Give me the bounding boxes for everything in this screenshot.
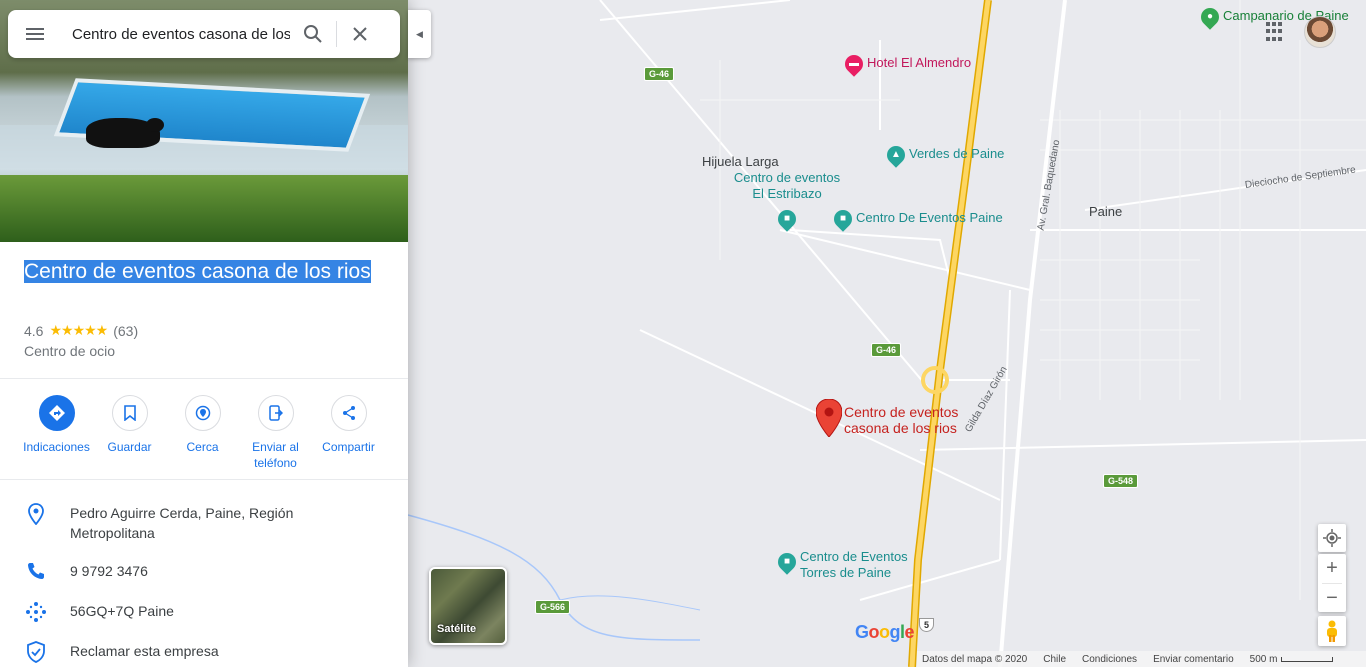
poi-verdes-de-paine[interactable]: ▲ Verdes de Paine (883, 142, 1005, 168)
my-location-button[interactable] (1318, 524, 1346, 552)
chevron-left-icon: ◀ (416, 28, 423, 39)
place-category[interactable]: Centro de ocio (24, 343, 115, 359)
directions-icon (38, 395, 75, 431)
plus-code-row[interactable]: 56GQ+7Q Paine (0, 601, 408, 623)
map-label-paine: Paine (1089, 204, 1123, 219)
collapse-panel-button[interactable]: ◀ (408, 10, 431, 58)
terms-link[interactable]: Condiciones (1082, 654, 1137, 665)
poi-label: Centro De Eventos Paine (856, 210, 1003, 225)
park-icon: ▲ (883, 142, 909, 168)
zoom-in-button[interactable]: + (1318, 554, 1346, 583)
search-button[interactable] (290, 10, 336, 58)
road-shield-g548: G-548 (1103, 474, 1139, 488)
poi-torres-de-paine[interactable]: ■ Centro de Eventos Torres de Paine (774, 549, 920, 581)
place-title: Centro de eventos casona de los rios (24, 260, 371, 283)
poi-label: Centro de Eventos Torres de Paine (800, 549, 908, 580)
hotel-icon: ▬ (841, 51, 867, 77)
review-count[interactable]: (63) (113, 323, 138, 339)
poi-label: Centro de eventos El Estribazo (733, 170, 841, 201)
location-pin-icon (0, 503, 72, 525)
phone-icon (0, 561, 72, 581)
map-label-hijuela: Hijuela Larga (702, 154, 779, 169)
scale-bar (1281, 656, 1334, 662)
street-view-button[interactable] (1318, 616, 1346, 646)
poi-centro-de-eventos-paine[interactable]: ■ Centro De Eventos Paine (830, 206, 1003, 232)
send-to-phone-icon (257, 395, 294, 431)
pegman-icon (1327, 620, 1337, 642)
phone-text: 9 9792 3476 (70, 563, 148, 579)
address-text: Pedro Aguirre Cerda, Paine, Región Metro… (70, 505, 294, 541)
venue-icon: ■ (774, 206, 800, 232)
avatar[interactable] (1304, 16, 1336, 48)
poi-el-estribazo[interactable]: Centro de eventos El Estribazo ■ (731, 170, 843, 232)
poi-label: Verdes de Paine (909, 146, 1005, 161)
poi-label: Hotel El Almendro (867, 55, 972, 70)
claim-business-text: Reclamar esta empresa (70, 643, 219, 659)
save-label: Guardar (107, 440, 152, 454)
scale-control[interactable]: 500 m (1250, 654, 1334, 665)
road-shield-g46: G-46 (871, 343, 902, 357)
phone-row[interactable]: 9 9792 3476 (0, 561, 408, 581)
menu-button[interactable] (8, 10, 62, 58)
venue-icon: ■ (774, 549, 800, 575)
send-to-phone-button[interactable]: Enviar al teléfono (239, 395, 312, 471)
place-icon: ● (1197, 4, 1223, 30)
rating-row: 4.6 ★★★★★ (63) (24, 322, 138, 339)
bookmark-icon (111, 395, 148, 431)
road-shield-g46: G-46 (644, 67, 675, 81)
directions-button[interactable]: Indicaciones (20, 395, 93, 471)
share-label: Compartir (322, 440, 375, 454)
claim-business-row[interactable]: Reclamar esta empresa (0, 641, 408, 663)
satellite-label: Satélite (437, 623, 477, 635)
google-logo: Google (855, 622, 915, 642)
map-footer: Datos del mapa © 2020 Chile Condiciones … (917, 651, 1366, 667)
share-button[interactable]: Compartir (312, 395, 385, 471)
search-icon (304, 25, 322, 43)
my-location-icon (1323, 529, 1341, 547)
hamburger-icon (26, 28, 44, 40)
directions-label: Indicaciones (23, 440, 90, 454)
country-link[interactable]: Chile (1043, 654, 1066, 665)
divider (0, 479, 408, 480)
plus-code-text: 56GQ+7Q Paine (70, 603, 174, 619)
place-panel: Centro de eventos casona de los rios 4.6… (0, 0, 408, 667)
search-box (8, 10, 400, 58)
search-input[interactable] (62, 25, 290, 43)
send-to-phone-label: Enviar al teléfono (252, 440, 299, 470)
rating-stars-icon: ★★★★★ (49, 322, 108, 338)
selected-place-label: Centro de eventos casona de los rios (844, 404, 959, 436)
shield-check-icon (0, 641, 72, 663)
rating-value: 4.6 (24, 322, 44, 339)
clear-search-button[interactable] (337, 10, 383, 58)
poi-hotel-el-almendro[interactable]: ▬ Hotel El Almendro (841, 51, 972, 77)
zoom-controls: + − (1318, 554, 1346, 612)
nearby-label: Cerca (186, 440, 219, 454)
nearby-icon (184, 395, 221, 431)
zoom-out-button[interactable]: − (1318, 584, 1346, 613)
feedback-link[interactable]: Enviar comentario (1153, 654, 1234, 665)
action-bar: Indicaciones Guardar Cerca Enviar al tel… (0, 395, 408, 471)
venue-icon: ■ (830, 206, 856, 232)
address-row[interactable]: Pedro Aguirre Cerda, Paine, Región Metro… (0, 503, 408, 543)
nearby-button[interactable]: Cerca (166, 395, 239, 471)
map-data-attribution[interactable]: Datos del mapa © 2020 (922, 654, 1027, 665)
close-icon (353, 27, 367, 41)
share-icon (330, 395, 367, 431)
scale-label: 500 m (1249, 653, 1278, 665)
apps-grid-icon[interactable] (1266, 22, 1286, 42)
plus-code-icon (0, 601, 72, 623)
save-button[interactable]: Guardar (93, 395, 166, 471)
selected-place-marker-icon[interactable] (816, 399, 842, 437)
road-shield-g566: G-566 (535, 600, 571, 614)
satellite-layer-toggle[interactable]: Satélite (429, 567, 507, 645)
divider (0, 378, 408, 379)
